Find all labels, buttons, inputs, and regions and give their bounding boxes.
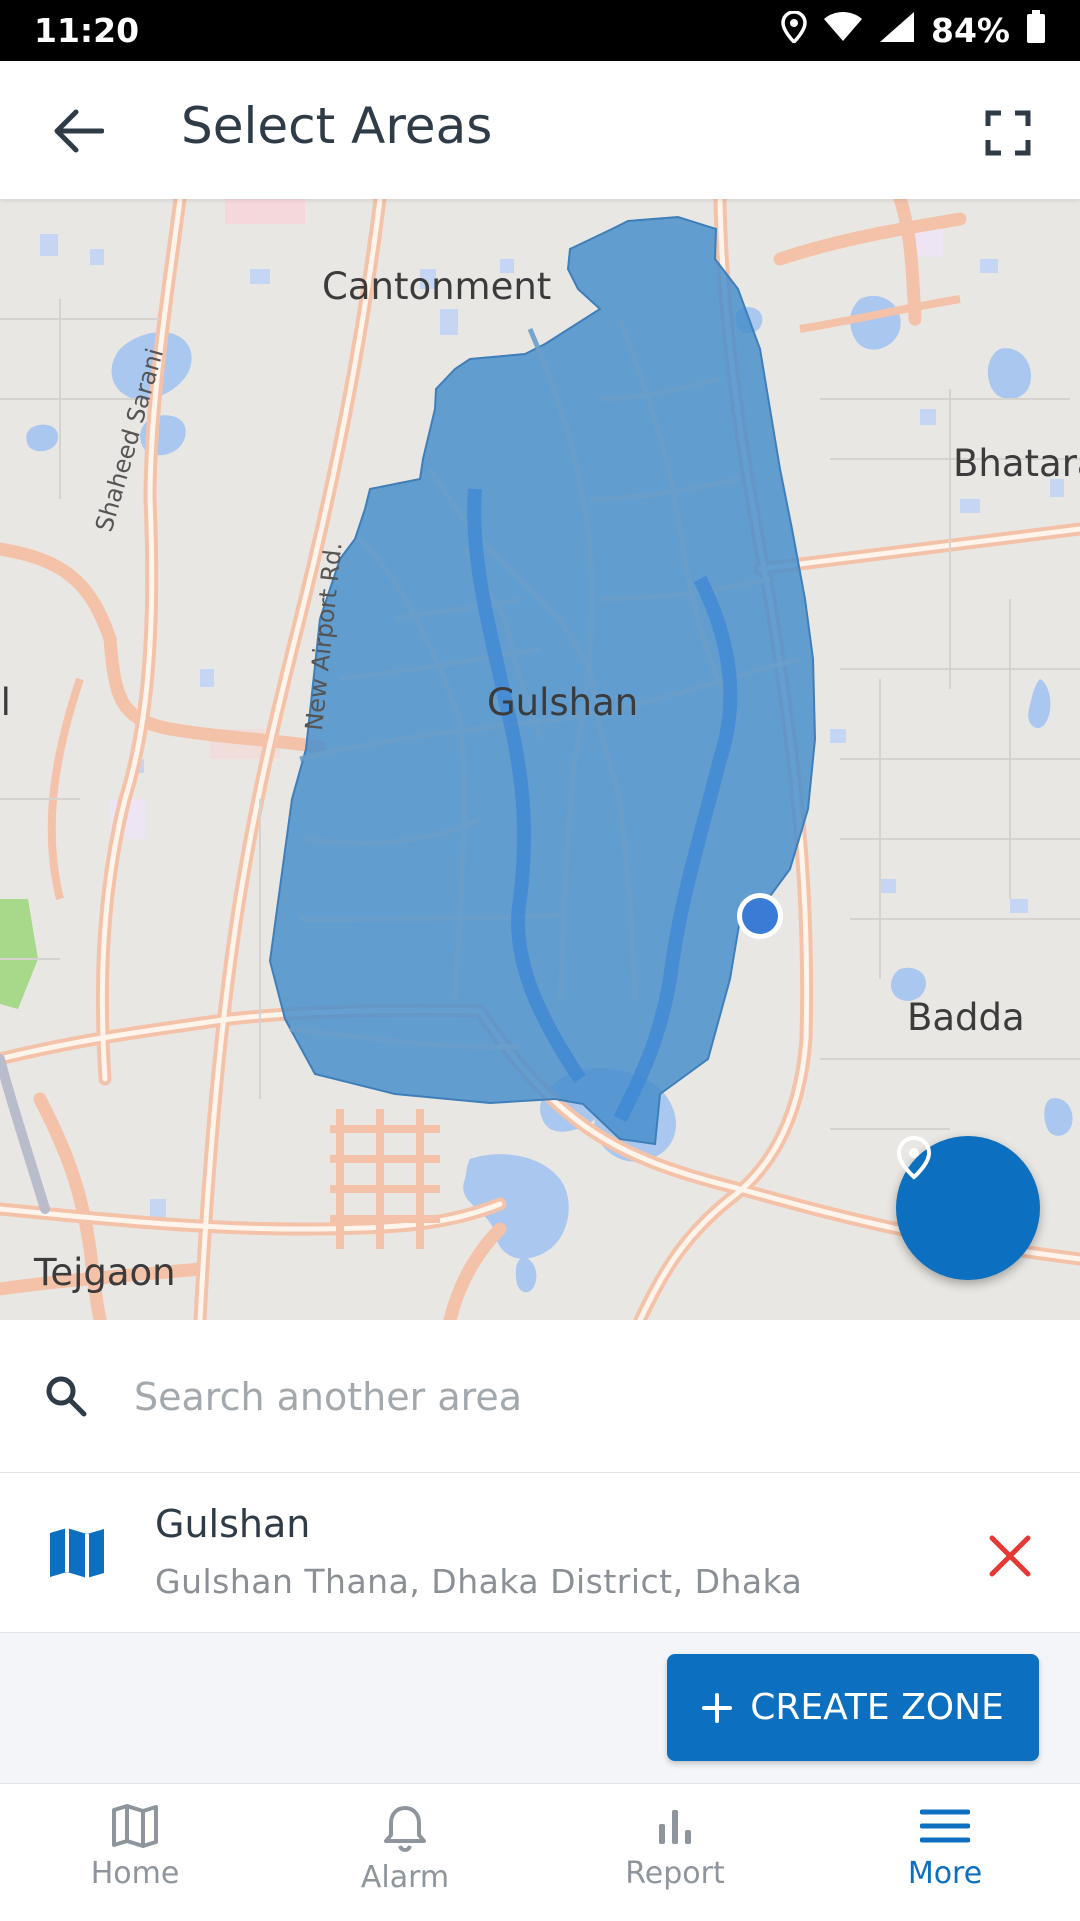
place-label-badda: Badda: [907, 996, 1025, 1039]
close-icon: [989, 1535, 1031, 1577]
nav-item-more[interactable]: More: [810, 1784, 1080, 1921]
nav-item-alarm[interactable]: Alarm: [270, 1784, 540, 1921]
nav-label-more: More: [907, 1856, 983, 1891]
page-title: Select Areas: [181, 97, 493, 155]
location-status-icon: [781, 9, 807, 51]
actions-area: CREATE ZONE: [0, 1633, 1080, 1783]
map-icon: [50, 1528, 104, 1578]
place-label-bhatara: Bhatara: [953, 442, 1080, 485]
create-zone-button[interactable]: CREATE ZONE: [667, 1654, 1039, 1761]
place-label-gulshan: Gulshan: [487, 681, 639, 724]
wifi-icon: [823, 11, 863, 50]
app-bar: Select Areas: [0, 61, 1080, 199]
map-view[interactable]: Cantonment Bhatara Gulshan Badda Tejgaon…: [0, 199, 1080, 1320]
plus-icon: [702, 1692, 733, 1723]
search-input[interactable]: [132, 1364, 1016, 1430]
nav-item-report[interactable]: Report: [540, 1784, 810, 1921]
my-location-button[interactable]: [896, 1136, 1040, 1280]
cell-signal-icon: [879, 11, 915, 51]
bottom-navigation: Home Alarm Report More: [0, 1783, 1080, 1921]
bar-chart-icon: [659, 1810, 691, 1844]
status-bar: 11:20 84%: [0, 0, 1080, 61]
search-row: [0, 1320, 1080, 1473]
bottom-sheet: Gulshan Gulshan Thana, Dhaka District, D…: [0, 1320, 1080, 1783]
search-icon: [46, 1376, 87, 1417]
arrow-left-icon: [54, 109, 104, 153]
place-label-tejgaon: Tejgaon: [34, 1251, 176, 1294]
area-subtitle: Gulshan Thana, Dhaka District, Dhaka: [155, 1562, 803, 1601]
place-label-cantonment: Cantonment: [322, 265, 552, 308]
map-icon: [112, 1804, 158, 1848]
nav-label-home: Home: [90, 1856, 180, 1891]
menu-icon: [920, 1809, 970, 1843]
create-zone-label: CREATE ZONE: [750, 1687, 1004, 1728]
bell-icon: [384, 1806, 426, 1852]
selected-area-item[interactable]: Gulshan Gulshan Thana, Dhaka District, D…: [0, 1472, 1080, 1633]
place-label-partial: al: [0, 681, 11, 724]
battery-percent: 84%: [931, 11, 1010, 50]
status-icons: 84%: [781, 9, 1046, 52]
status-time: 11:20: [34, 11, 140, 50]
nav-item-home[interactable]: Home: [0, 1784, 270, 1921]
remove-area-button[interactable]: [984, 1530, 1036, 1582]
back-button[interactable]: [38, 101, 118, 161]
map-pin-icon: [896, 1136, 932, 1180]
nav-label-alarm: Alarm: [360, 1860, 450, 1895]
battery-icon: [1026, 9, 1046, 52]
area-name: Gulshan: [155, 1502, 311, 1546]
nav-label-report: Report: [625, 1856, 725, 1891]
fullscreen-icon: [985, 110, 1031, 156]
fullscreen-button[interactable]: [976, 101, 1040, 165]
